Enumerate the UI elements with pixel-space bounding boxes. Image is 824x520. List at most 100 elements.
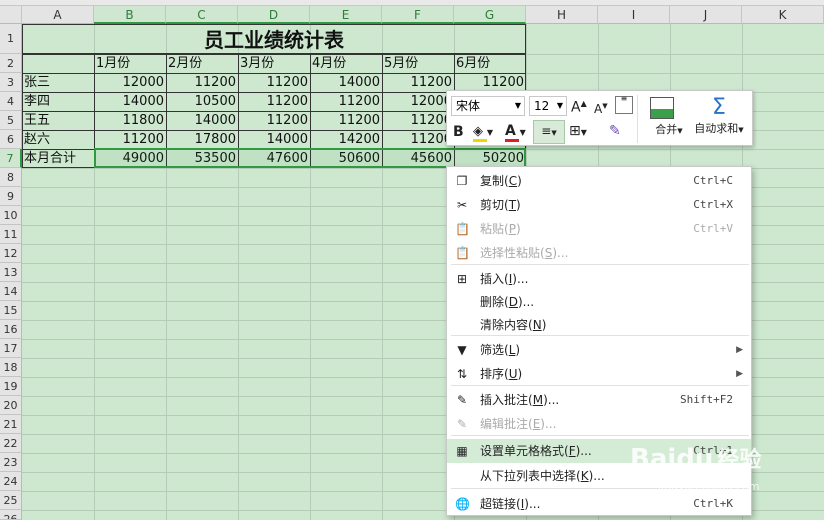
value-cell[interactable]: 10500 xyxy=(166,93,238,111)
value-cell[interactable]: 14000 xyxy=(238,131,310,149)
row-header-1[interactable]: 1 xyxy=(0,24,22,54)
menu-item-6[interactable]: 清除内容(N) xyxy=(447,313,751,337)
chevron-down-icon: ▼ xyxy=(738,126,744,134)
chevron-down-icon: ▼ xyxy=(514,101,521,110)
row-header-11[interactable]: 11 xyxy=(0,225,22,244)
fill-color-button[interactable]: ◈ ▼ xyxy=(473,122,493,142)
employee-name-cell[interactable]: 李四 xyxy=(22,93,94,111)
value-cell[interactable]: 12000 xyxy=(94,74,166,92)
value-cell[interactable]: 11200 xyxy=(382,74,454,92)
menu-item-5[interactable]: 删除(D)... xyxy=(447,290,751,314)
row-header-13[interactable]: 13 xyxy=(0,263,22,282)
row-header-14[interactable]: 14 xyxy=(0,282,22,301)
column-header-A[interactable]: A xyxy=(22,6,94,24)
menu-item-7[interactable]: ▼ 筛选(L) ▶ xyxy=(447,338,751,362)
row-header-8[interactable]: 8 xyxy=(0,168,22,187)
format-painter-icon[interactable]: ✎ xyxy=(609,122,621,140)
font-name-select[interactable]: 宋体 ▼ xyxy=(451,96,525,116)
column-header-C[interactable]: C xyxy=(166,6,238,24)
sheet-title-cell[interactable]: 员工业绩统计表 xyxy=(22,24,526,54)
wrap-text-icon[interactable]: ≡ xyxy=(615,95,633,114)
menu-item-4[interactable]: ⊞ 插入(I)... xyxy=(447,267,751,291)
row-header-15[interactable]: 15 xyxy=(0,301,22,320)
row-header-26[interactable]: 26 xyxy=(0,510,22,520)
column-header-B[interactable]: B xyxy=(94,6,166,24)
row-header-17[interactable]: 17 xyxy=(0,339,22,358)
value-cell[interactable]: 11200 xyxy=(166,74,238,92)
menu-item-2[interactable]: 📋 粘贴(P) Ctrl+V xyxy=(447,217,751,241)
borders-button[interactable]: ⊞▼ xyxy=(569,122,587,142)
font-color-button[interactable]: A ▼ xyxy=(505,122,526,142)
menu-label-text: 选择性粘贴 xyxy=(480,246,541,260)
month-header-cell[interactable]: 4月份 xyxy=(310,55,382,73)
value-cell[interactable]: 11200 xyxy=(310,112,382,130)
month-header-cell[interactable]: 5月份 xyxy=(382,55,454,73)
value-cell[interactable]: 11200 xyxy=(94,131,166,149)
value-cell[interactable]: 11200 xyxy=(238,74,310,92)
total-label-cell[interactable]: 本月合计 xyxy=(22,150,94,168)
employee-name-cell[interactable]: 张三 xyxy=(22,74,94,92)
value-cell[interactable]: 14000 xyxy=(310,74,382,92)
value-cell[interactable]: 11800 xyxy=(94,112,166,130)
menu-item-1[interactable]: ✂ 剪切(T) Ctrl+X xyxy=(447,193,751,217)
merge-button[interactable]: 合并▼ xyxy=(645,95,683,143)
row-header-10[interactable]: 10 xyxy=(0,206,22,225)
shrink-font-button[interactable]: A▼ xyxy=(594,97,608,118)
row-header-25[interactable]: 25 xyxy=(0,491,22,510)
row-header-18[interactable]: 18 xyxy=(0,358,22,377)
row-header-20[interactable]: 20 xyxy=(0,396,22,415)
employee-name-cell[interactable]: 赵六 xyxy=(22,131,94,149)
value-cell[interactable]: 11200 xyxy=(310,93,382,111)
row-header-4[interactable]: 4 xyxy=(0,92,22,111)
menu-item-9[interactable]: ✎ 插入批注(M)... Shift+F2 xyxy=(447,388,751,412)
value-cell[interactable]: 11200 xyxy=(382,131,454,149)
align-center-button[interactable]: ≡▼ xyxy=(533,120,565,144)
value-cell[interactable]: 14000 xyxy=(166,112,238,130)
row-header-23[interactable]: 23 xyxy=(0,453,22,472)
value-cell[interactable]: 14000 xyxy=(94,93,166,111)
column-header-F[interactable]: F xyxy=(382,6,454,24)
row-header-2[interactable]: 2 xyxy=(0,54,22,73)
value-cell[interactable]: 12000 xyxy=(382,93,454,111)
row-header-21[interactable]: 21 xyxy=(0,415,22,434)
menu-item-0[interactable]: ❐ 复制(C) Ctrl+C xyxy=(447,169,751,193)
value-cell[interactable]: 17800 xyxy=(166,131,238,149)
row-header-9[interactable]: 9 xyxy=(0,187,22,206)
column-header-J[interactable]: J xyxy=(670,6,742,24)
row-header-5[interactable]: 5 xyxy=(0,111,22,130)
month-header-cell[interactable]: 3月份 xyxy=(238,55,310,73)
row-header-12[interactable]: 12 xyxy=(0,244,22,263)
column-header-K[interactable]: K xyxy=(742,6,824,24)
month-header-cell[interactable]: 1月份 xyxy=(94,55,166,73)
value-cell[interactable]: 11200 xyxy=(382,112,454,130)
bold-button[interactable]: B xyxy=(453,123,464,141)
value-cell[interactable]: 11200 xyxy=(238,93,310,111)
column-header-H[interactable]: H xyxy=(526,6,598,24)
autosum-button[interactable]: Σ 自动求和▼ xyxy=(687,95,751,143)
font-size-select[interactable]: 12 ▼ xyxy=(529,96,567,116)
row-header-19[interactable]: 19 xyxy=(0,377,22,396)
column-header-I[interactable]: I xyxy=(598,6,670,24)
month-header-cell[interactable]: 2月份 xyxy=(166,55,238,73)
menu-accelerator: T xyxy=(508,198,517,212)
watermark-url: jingyan.baidu.com xyxy=(658,480,760,493)
menu-item-8[interactable]: ⇅ 排序(U) ▶ xyxy=(447,362,751,386)
row-header-6[interactable]: 6 xyxy=(0,130,22,149)
grow-font-button[interactable]: A▲ xyxy=(571,95,587,117)
menu-label-text: 插入批注 xyxy=(480,393,529,407)
column-header-G[interactable]: G xyxy=(454,6,526,24)
month-header-cell[interactable]: 6月份 xyxy=(454,55,526,73)
column-header-E[interactable]: E xyxy=(310,6,382,24)
select-all-corner[interactable] xyxy=(0,6,22,24)
row-header-16[interactable]: 16 xyxy=(0,320,22,339)
row-header-7[interactable]: 7 xyxy=(0,149,22,168)
employee-name-cell[interactable]: 王五 xyxy=(22,112,94,130)
row-header-24[interactable]: 24 xyxy=(0,472,22,491)
row-header-22[interactable]: 22 xyxy=(0,434,22,453)
row-header-3[interactable]: 3 xyxy=(0,73,22,92)
menu-item-3[interactable]: 📋 选择性粘贴(S)... xyxy=(447,241,751,265)
value-cell[interactable]: 14200 xyxy=(310,131,382,149)
menu-accelerator: I xyxy=(520,497,525,511)
value-cell[interactable]: 11200 xyxy=(238,112,310,130)
column-header-D[interactable]: D xyxy=(238,6,310,24)
